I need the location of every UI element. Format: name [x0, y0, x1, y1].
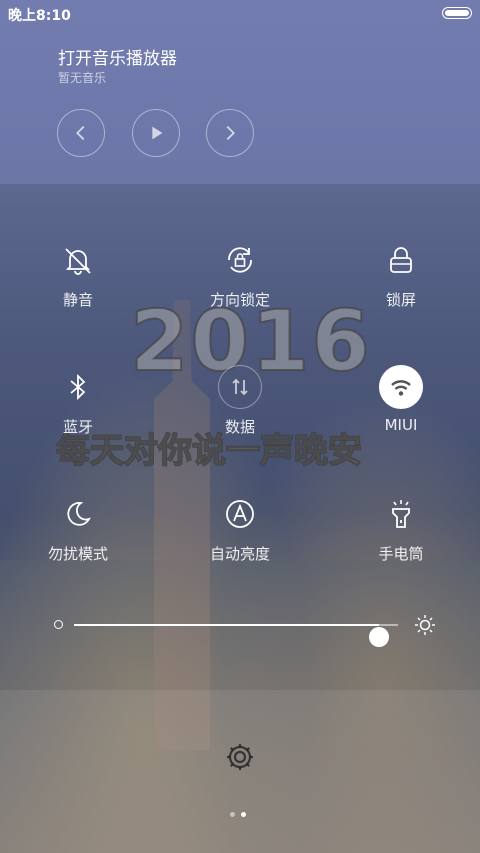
- page-dot: [230, 812, 235, 817]
- status-time: 晚上8:10: [8, 8, 71, 24]
- page-indicator: [230, 812, 246, 817]
- toggle-label: 自动亮度: [209, 545, 270, 563]
- next-icon: [226, 125, 235, 141]
- brightness-high-icon: [415, 615, 435, 635]
- brightness-track[interactable]: [74, 624, 398, 647]
- wifi-icon: [391, 380, 411, 396]
- toggle-silent[interactable]: 静音: [18, 238, 138, 310]
- lock-icon: [390, 247, 412, 273]
- toggle-label: 蓝牙: [62, 418, 93, 436]
- toggle-label: MIUI: [384, 416, 418, 434]
- flashlight-icon: [392, 500, 410, 528]
- battery-full-icon: [442, 7, 472, 19]
- toggle-bluetooth[interactable]: 蓝牙: [18, 365, 138, 437]
- play-icon: [152, 126, 163, 140]
- toggle-label: 锁屏: [385, 291, 416, 309]
- page-dot-active: [241, 812, 246, 817]
- toggle-label: 勿扰模式: [47, 545, 108, 563]
- music-player-subtitle: 暂无音乐: [58, 71, 107, 85]
- brightness-thumb[interactable]: [368, 627, 389, 647]
- toggle-lock-screen[interactable]: 锁屏: [341, 238, 461, 310]
- rotation-lock-icon: [228, 247, 252, 273]
- prev-icon: [76, 125, 85, 141]
- toggle-label: 数据: [224, 418, 255, 436]
- toggle-label: 静音: [62, 291, 93, 309]
- brightness-fill: [74, 624, 379, 626]
- toggle-rotation-lock[interactable]: 方向锁定: [180, 238, 300, 310]
- status-bar: 晚上8:10: [0, 0, 480, 28]
- toggle-auto-brightness[interactable]: 自动亮度: [180, 492, 300, 564]
- bluetooth-icon: [70, 373, 86, 401]
- play-button[interactable]: [132, 109, 180, 157]
- moon-icon: [67, 502, 91, 526]
- toggle-data[interactable]: 数据: [180, 365, 300, 437]
- auto-brightness-icon: [226, 500, 254, 528]
- brightness-low-icon: [54, 620, 63, 629]
- gear-icon[interactable]: [224, 741, 256, 773]
- prev-button[interactable]: [57, 109, 105, 157]
- data-icon: [232, 378, 248, 396]
- toggle-label: 手电筒: [378, 545, 424, 563]
- brightness-slider[interactable]: [52, 612, 436, 647]
- bell-muted-icon: [65, 248, 91, 275]
- music-player-title[interactable]: 打开音乐播放器: [58, 44, 177, 69]
- toggle-label: 方向锁定: [209, 291, 270, 309]
- toggle-flashlight[interactable]: 手电筒: [341, 492, 461, 564]
- toggle-do-not-disturb[interactable]: 勿扰模式: [18, 492, 138, 564]
- toggle-wifi[interactable]: MIUI: [341, 365, 461, 434]
- next-button[interactable]: [206, 109, 254, 157]
